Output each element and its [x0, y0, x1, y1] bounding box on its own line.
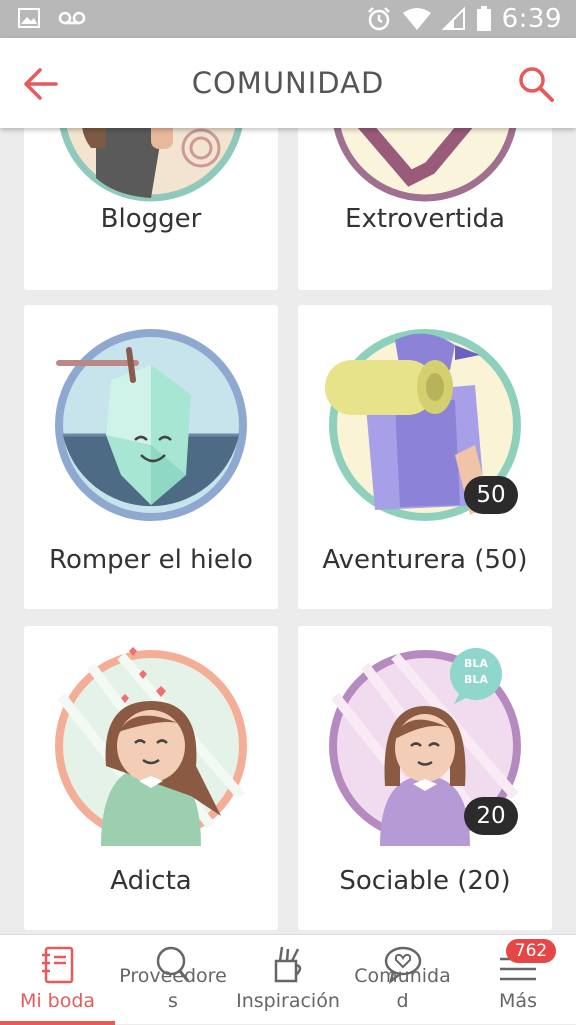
pencil-cup-icon — [274, 946, 302, 983]
badges-grid: Blogger Extrovertida Romper el hielo 50 … — [0, 128, 576, 934]
badge-label: Aventurera (50) — [322, 545, 528, 575]
nav-label-line2: s — [168, 990, 178, 1012]
voicemail-icon — [58, 11, 86, 25]
badge-label: Romper el hielo — [49, 545, 253, 575]
gallery-icon — [18, 8, 40, 28]
clock: 6:39 — [501, 4, 562, 34]
romper-el-hielo-badge-image — [55, 329, 247, 521]
nav-item-mi-boda[interactable]: Mi boda — [0, 935, 115, 1025]
notebook-icon — [41, 946, 73, 984]
badge-card-adicta[interactable]: Adicta — [24, 626, 278, 930]
battery-icon — [476, 6, 491, 31]
nav-label: Más — [499, 990, 537, 1012]
badge-card-romper-el-hielo[interactable]: Romper el hielo — [24, 305, 278, 609]
signal-icon — [441, 7, 465, 30]
badge-label: Sociable (20) — [339, 866, 511, 896]
active-tab-indicator — [0, 1021, 115, 1025]
alarm-icon — [367, 7, 390, 31]
nav-item-inspiracion[interactable]: Inspiración — [231, 935, 345, 1025]
notification-badge: 762 — [506, 939, 556, 963]
blogger-badge-image — [59, 128, 243, 202]
badge-label: Extrovertida — [345, 204, 505, 234]
badge-card-sociable[interactable]: BLA BLA 20 Sociable (20) — [298, 626, 552, 930]
nav-label-line2: d — [396, 990, 409, 1012]
badge-card-blogger[interactable]: Blogger — [24, 128, 278, 290]
badge-card-aventurera[interactable]: 50 Aventurera (50) — [298, 305, 552, 609]
wifi-icon — [402, 8, 431, 30]
bottom-navigation: Mi boda Proveedore s Inspiración Comunid… — [0, 934, 576, 1025]
nav-item-proveedores[interactable]: Proveedore s — [115, 935, 231, 1025]
badge-label: Blogger — [100, 204, 202, 234]
app-bar: COMUNIDAD — [0, 38, 576, 128]
nav-item-comunidad[interactable]: Comunida d — [345, 935, 460, 1025]
speech-bubble-text: BLA BLA — [464, 657, 488, 686]
search-icon[interactable] — [516, 64, 556, 104]
badge-count: 50 — [464, 476, 518, 514]
badge-count: 20 — [464, 797, 518, 835]
badge-label: Adicta — [110, 866, 192, 896]
nav-label-line1: Proveedore — [119, 965, 227, 987]
nav-label: Mi boda — [19, 990, 96, 1012]
badge-card-extrovertida[interactable]: Extrovertida — [298, 128, 552, 290]
nav-label-line1: Comunida — [354, 965, 451, 987]
status-bar: 6:39 — [0, 0, 576, 38]
extrovertida-badge-image — [333, 128, 517, 202]
adicta-badge-image — [55, 647, 247, 846]
page-title: COMUNIDAD — [191, 66, 385, 100]
nav-label: Inspiración — [236, 990, 340, 1012]
